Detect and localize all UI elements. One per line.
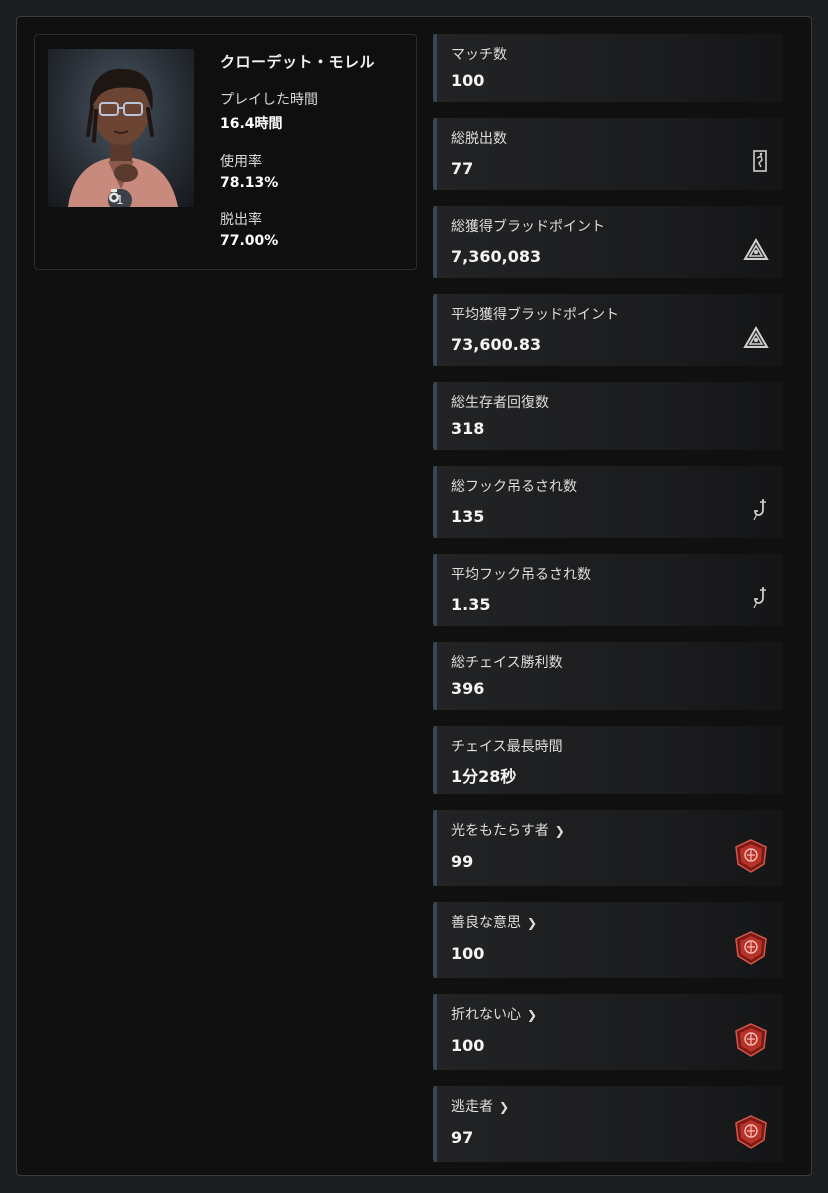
stat-label: 総フック吊るされ数 — [451, 476, 577, 496]
stat-label-text: 総フック吊るされ数 — [451, 479, 577, 495]
stat-label: マッチ数 — [451, 44, 507, 64]
stat-label: 折れない心 ❯ — [451, 1004, 537, 1024]
stat-card[interactable]: 善良な意思 ❯ 100 — [433, 902, 783, 978]
stat-label: 逃走者 ❯ — [451, 1096, 509, 1116]
stat-value: 318 — [451, 419, 485, 438]
stat-label-text: マッチ数 — [451, 47, 507, 63]
stat-card[interactable]: 光をもたらす者 ❯ 99 — [433, 810, 783, 886]
stat-label: 総獲得ブラッドポイント — [451, 216, 605, 236]
stat-label: 総脱出数 — [451, 128, 507, 148]
stats-panel: 1 クローデット・モレル プレイした時間 16.4時間 使用率 78.13% 脱… — [16, 16, 812, 1176]
stat-value: 77 — [451, 159, 474, 178]
escape-rate-label: 脱出率 — [220, 212, 262, 228]
stat-label: 総チェイス勝利数 — [451, 652, 563, 672]
character-name: クローデット・モレル — [220, 53, 376, 71]
stat-card: マッチ数 100 — [433, 34, 783, 102]
achievement-emblem-icon — [733, 1114, 769, 1154]
hook-icon — [751, 498, 769, 526]
playtime-label: プレイした時間 — [220, 92, 318, 108]
hook-icon — [751, 586, 769, 614]
stat-value: 7,360,083 — [451, 247, 542, 266]
bloodpoints-icon — [743, 238, 769, 266]
stat-value: 135 — [451, 507, 485, 526]
stat-label-text[interactable]: 善良な意思 — [451, 915, 521, 931]
stat-label: 善良な意思 ❯ — [451, 912, 537, 932]
stat-label-text: 総生存者回復数 — [451, 395, 549, 411]
playtime-value: 16.4時間 — [220, 116, 283, 132]
stat-card: チェイス最長時間 1分28秒 — [433, 726, 783, 794]
stat-label-text: 平均獲得ブラッドポイント — [451, 307, 619, 323]
stat-label-text[interactable]: 逃走者 — [451, 1099, 493, 1115]
stat-card: 総チェイス勝利数 396 — [433, 642, 783, 710]
stat-label-text: 総獲得ブラッドポイント — [451, 219, 605, 235]
stat-value: 100 — [451, 944, 485, 963]
stat-label: 総生存者回復数 — [451, 392, 549, 412]
stat-label-text[interactable]: 折れない心 — [451, 1007, 521, 1023]
stat-card: 総生存者回復数 318 — [433, 382, 783, 450]
prestige-level-badge: 1 — [108, 189, 132, 207]
chevron-right-icon[interactable]: ❯ — [527, 1008, 537, 1022]
stat-label-text: チェイス最長時間 — [451, 739, 563, 755]
stat-value: 97 — [451, 1128, 474, 1147]
chevron-right-icon[interactable]: ❯ — [499, 1100, 509, 1114]
exit-door-icon — [751, 150, 769, 176]
stat-label-text: 平均フック吊るされ数 — [451, 567, 591, 583]
stat-card[interactable]: 逃走者 ❯ 97 — [433, 1086, 783, 1162]
stat-label: 光をもたらす者 ❯ — [451, 820, 565, 840]
stat-value: 100 — [451, 1036, 485, 1055]
achievement-emblem-icon — [733, 838, 769, 878]
achievement-emblem-icon — [733, 1022, 769, 1062]
stat-label-text: 総脱出数 — [451, 131, 507, 147]
stat-card: 総フック吊るされ数 135 — [433, 466, 783, 538]
usage-rate-label: 使用率 — [220, 154, 262, 170]
stat-card: 総脱出数 77 — [433, 118, 783, 190]
chevron-right-icon[interactable]: ❯ — [555, 824, 565, 838]
character-card: 1 クローデット・モレル プレイした時間 16.4時間 使用率 78.13% 脱… — [34, 34, 417, 270]
achievement-emblem-icon — [733, 930, 769, 970]
stat-value: 396 — [451, 679, 485, 698]
stat-value: 1分28秒 — [451, 767, 517, 786]
character-portrait: 1 — [48, 49, 194, 207]
stat-label: 平均獲得ブラッドポイント — [451, 304, 619, 324]
stat-card: 平均フック吊るされ数 1.35 — [433, 554, 783, 626]
stat-value: 73,600.83 — [451, 335, 542, 354]
stat-value: 99 — [451, 852, 474, 871]
stat-card: 平均獲得ブラッドポイント 73,600.83 — [433, 294, 783, 366]
stat-card: 総獲得ブラッドポイント 7,360,083 — [433, 206, 783, 278]
bloodpoints-icon — [743, 326, 769, 354]
medal-icon — [109, 189, 119, 203]
escape-rate-value: 77.00% — [220, 233, 279, 249]
stat-label: 平均フック吊るされ数 — [451, 564, 591, 584]
stat-card[interactable]: 折れない心 ❯ 100 — [433, 994, 783, 1070]
stat-label-text: 総チェイス勝利数 — [451, 655, 563, 671]
stat-value: 100 — [451, 71, 485, 90]
stat-label: チェイス最長時間 — [451, 736, 563, 756]
stat-value: 1.35 — [451, 595, 491, 614]
chevron-right-icon[interactable]: ❯ — [527, 916, 537, 930]
usage-rate-value: 78.13% — [220, 175, 279, 191]
stat-label-text[interactable]: 光をもたらす者 — [451, 823, 549, 839]
